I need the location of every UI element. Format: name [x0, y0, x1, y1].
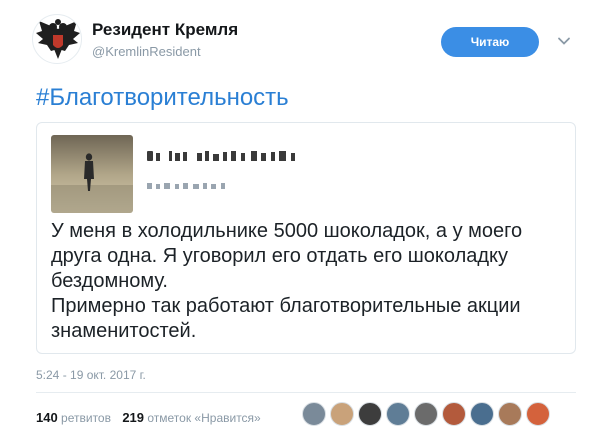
- likes-stat[interactable]: 219 отметок «Нравится»: [122, 410, 261, 425]
- liker-avatar[interactable]: [526, 402, 550, 426]
- liker-avatar[interactable]: [358, 402, 382, 426]
- divider: [36, 392, 576, 393]
- tweet-header: Резидент Кремля @KremlinResident Читаю: [0, 0, 600, 80]
- likes-count: 219: [122, 410, 145, 425]
- retweets-stat[interactable]: 140 ретвитов: [36, 410, 111, 425]
- liker-avatar[interactable]: [442, 402, 466, 426]
- author-avatar[interactable]: [32, 14, 82, 64]
- author-handle[interactable]: @KremlinResident: [92, 44, 201, 59]
- likes-label: отметок «Нравится»: [147, 411, 261, 425]
- liker-avatars: [302, 402, 554, 428]
- liker-avatar[interactable]: [470, 402, 494, 426]
- author-name[interactable]: Резидент Кремля: [92, 20, 238, 40]
- quoted-line: У меня в холодильнике 5000 шоколадок, а …: [51, 220, 523, 242]
- hashtag-link[interactable]: #Благотворительность: [36, 84, 289, 112]
- liker-avatar[interactable]: [330, 402, 354, 426]
- chevron-down-icon[interactable]: [556, 33, 572, 49]
- quoted-tweet-text: У меня в холодильнике 5000 шоколадок, а …: [51, 219, 563, 344]
- liker-avatar[interactable]: [386, 402, 410, 426]
- quoted-line: бездомному.: [51, 270, 168, 292]
- engagement-stats: 140 ретвитов 219 отметок «Нравится»: [36, 410, 261, 425]
- quoted-line: знаменитостей.: [51, 320, 197, 342]
- double-headed-eagle-icon: [36, 19, 80, 59]
- quoted-line: Примерно так работают благотворительные …: [51, 295, 521, 317]
- liker-avatar[interactable]: [498, 402, 522, 426]
- liker-avatar[interactable]: [414, 402, 438, 426]
- quoted-photo: [51, 135, 133, 213]
- quoted-tweet-card[interactable]: У меня в холодильнике 5000 шоколадок, а …: [36, 122, 576, 354]
- follow-button[interactable]: Читаю: [441, 27, 539, 57]
- retweets-count: 140: [36, 410, 58, 425]
- retweets-label: ретвитов: [61, 411, 111, 425]
- quoted-line: друга одна. Я уговорил его отдать его шо…: [51, 245, 509, 267]
- liker-avatar[interactable]: [302, 402, 326, 426]
- obscured-username: [147, 151, 295, 189]
- tweet-timestamp[interactable]: 5:24 - 19 окт. 2017 г.: [36, 368, 146, 382]
